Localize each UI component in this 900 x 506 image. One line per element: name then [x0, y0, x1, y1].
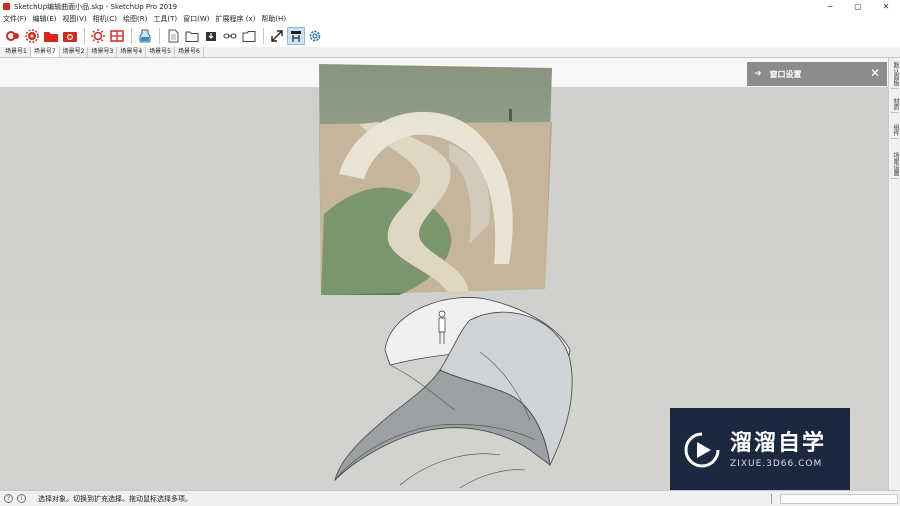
paint-bucket-icon[interactable] — [136, 27, 154, 45]
scene-tab-5[interactable]: 场景号5 — [146, 47, 175, 57]
measurements-box[interactable] — [780, 494, 898, 504]
curved-shell-model[interactable] — [330, 290, 580, 490]
expand-icon[interactable] — [268, 27, 286, 45]
menu-window[interactable]: 窗口(W) — [183, 14, 209, 24]
toolbar-separator — [131, 28, 132, 44]
toolbar-separator — [263, 28, 264, 44]
tray-tab-materials[interactable]: 材质 — [891, 98, 899, 113]
menu-tools[interactable]: 工具(T) — [153, 14, 177, 24]
info-icon[interactable]: i — [17, 494, 26, 503]
status-divider — [771, 494, 772, 504]
window-title: SketchUp编辑曲面小品.skp - SketchUp Pro 2019 — [14, 2, 178, 11]
toolbar-separator — [84, 28, 85, 44]
toolbar-separator — [159, 28, 160, 44]
tray-panel-header[interactable]: ➜ 窗口设置 ✕ — [747, 62, 887, 86]
menu-help[interactable]: 帮助(H) — [261, 14, 286, 24]
status-message: 选择对象。切换到扩充选择。拖动鼠标选择多项。 — [38, 494, 192, 503]
play-logo-icon — [684, 432, 720, 468]
menu-view[interactable]: 视图(V) — [62, 14, 86, 24]
tray-tab-scenes[interactable]: 场景设置 — [891, 152, 899, 179]
geo-location-icon[interactable]: ? — [4, 494, 13, 503]
reference-photo-plane[interactable] — [319, 64, 552, 295]
scene-tab-2[interactable]: 场景号2 — [60, 47, 89, 57]
scene-tab-7[interactable]: 场景号7 — [30, 47, 60, 57]
title-bar: SketchUp编辑曲面小品.skp - SketchUp Pro 2019 −… — [0, 0, 900, 13]
folder-red-icon[interactable] — [42, 27, 60, 45]
sun-settings-icon[interactable] — [89, 27, 107, 45]
menu-camera[interactable]: 相机(C) — [93, 14, 117, 24]
grid-panel-icon[interactable] — [108, 27, 126, 45]
tray-side-strip: 默认面板 材质 组件 场景设置 — [888, 58, 900, 490]
menu-draw[interactable]: 绘图(R) — [123, 14, 147, 24]
folder-outline-icon[interactable] — [240, 27, 258, 45]
link-icon[interactable] — [221, 27, 239, 45]
tray-tab-components[interactable]: 组件 — [891, 124, 899, 139]
settings-gear-icon[interactable] — [306, 27, 324, 45]
arrow-right-icon[interactable]: ➜ — [754, 69, 762, 79]
menu-file[interactable]: 文件(F) — [3, 14, 27, 24]
scene-tab-4[interactable]: 场景号4 — [117, 47, 147, 57]
document-icon[interactable] — [164, 27, 182, 45]
watermark-name: 溜溜自学 — [730, 431, 827, 456]
scene-tab-1[interactable]: 场景号1 — [2, 47, 31, 57]
scene-panel-icon[interactable] — [287, 27, 305, 45]
extension-warehouse-icon[interactable] — [4, 27, 22, 45]
scene-tab-bar: 场景号1 场景号7 场景号2 场景号3 场景号4 场景号5 场景号6 — [0, 47, 900, 58]
menu-extensions[interactable]: 扩展程序 (x) — [215, 14, 255, 24]
sketchup-app-icon — [3, 3, 10, 10]
maximize-button[interactable]: ▢ — [844, 0, 872, 13]
window-controls: − ▢ ✕ — [816, 0, 900, 13]
minimize-button[interactable]: − — [816, 0, 844, 13]
menu-edit[interactable]: 编辑(E) — [33, 14, 57, 24]
camera-red-icon[interactable] — [61, 27, 79, 45]
watermark-badge: 溜溜自学 ZIXUE.3D66.COM — [670, 408, 850, 492]
main-toolbar — [0, 25, 900, 47]
gear-sun-icon[interactable] — [23, 27, 41, 45]
menu-bar: 文件(F) 编辑(E) 视图(V) 相机(C) 绘图(R) 工具(T) 窗口(W… — [0, 13, 900, 25]
download-box-icon[interactable] — [202, 27, 220, 45]
scene-tab-3[interactable]: 场景号3 — [88, 47, 118, 57]
folder-open-icon[interactable] — [183, 27, 201, 45]
watermark-url: ZIXUE.3D66.COM — [730, 459, 823, 469]
tray-close-button[interactable]: ✕ — [870, 66, 880, 80]
status-bar: ? i 选择对象。切换到扩充选择。拖动鼠标选择多项。 — [0, 490, 900, 506]
scene-tab-6[interactable]: 场景号6 — [175, 47, 204, 57]
close-button[interactable]: ✕ — [872, 0, 900, 13]
tray-title: 窗口设置 — [769, 69, 802, 79]
tray-tab-default[interactable]: 默认面板 — [891, 62, 899, 89]
